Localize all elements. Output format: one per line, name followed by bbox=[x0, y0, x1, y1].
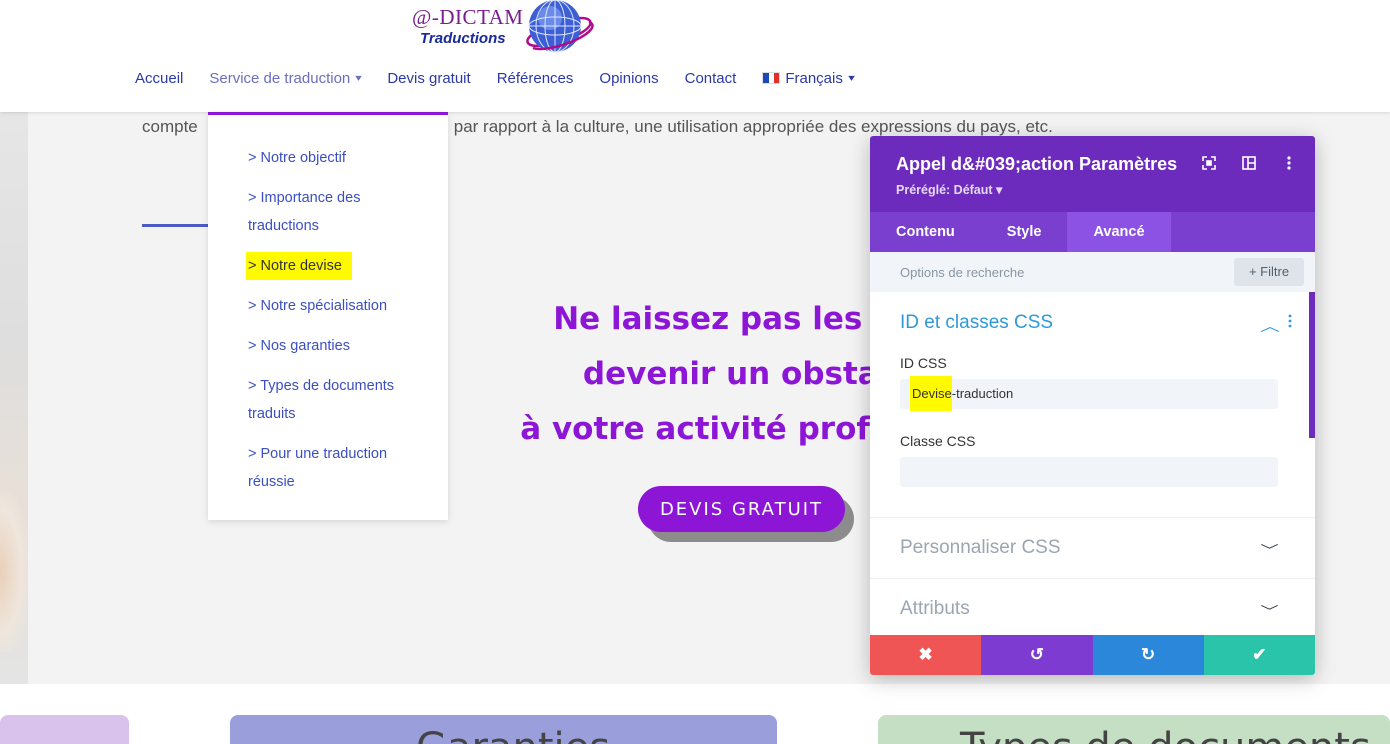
nav-references[interactable]: Références bbox=[497, 70, 574, 87]
card-types-documents[interactable]: Types de documents bbox=[878, 715, 1390, 744]
section-attributs-title[interactable]: Attributs bbox=[900, 598, 970, 620]
layout-icon[interactable] bbox=[1239, 156, 1259, 172]
logo-text-top: @-DICTAM bbox=[412, 5, 524, 29]
dropdown-item-traduction-reussie[interactable]: > Pour une traduction réussie bbox=[248, 440, 418, 496]
chevron-down-icon[interactable]: ﹀ bbox=[1260, 601, 1278, 620]
chevron-down-icon[interactable]: ﹀ bbox=[1260, 540, 1278, 559]
section-personnaliser-css-title[interactable]: Personnaliser CSS bbox=[900, 537, 1061, 559]
preset-selector[interactable]: Préréglé: Défaut ▾ bbox=[896, 182, 1002, 197]
dropdown-item-types-documents[interactable]: > Types de documents traduits bbox=[248, 372, 418, 428]
tab-avance[interactable]: Avancé bbox=[1067, 212, 1171, 252]
css-class-label: Classe CSS bbox=[900, 433, 976, 449]
chevron-down-icon: ▾ bbox=[355, 72, 363, 84]
nav-contact[interactable]: Contact bbox=[685, 70, 737, 87]
filter-button[interactable]: + Filtre bbox=[1234, 258, 1304, 286]
more-options-icon[interactable] bbox=[1279, 156, 1299, 172]
intro-text-right: par rapport à la culture, une utilisatio… bbox=[453, 117, 1053, 136]
redo-button[interactable]: ↻ bbox=[1092, 635, 1204, 675]
dropdown-item-notre-devise[interactable]: > Notre devise bbox=[246, 252, 352, 280]
options-search-bar: Options de recherche + Filtre bbox=[870, 252, 1315, 292]
check-icon: ✔ bbox=[1252, 645, 1267, 664]
nav-opinions[interactable]: Opinions bbox=[599, 70, 658, 87]
card-types-title: Types de documents bbox=[960, 725, 1371, 744]
nav-service-de-traduction[interactable]: Service de traduction ▾ bbox=[209, 70, 363, 87]
expand-icon[interactable] bbox=[1199, 156, 1219, 172]
tab-contenu[interactable]: Contenu bbox=[870, 212, 981, 252]
chevron-down-icon: ▾ bbox=[848, 72, 855, 84]
panel-footer: ✖ ↺ ↻ ✔ bbox=[870, 635, 1315, 675]
section-id-classes-css-title[interactable]: ID et classes CSS bbox=[900, 312, 1053, 334]
dropdown-item-garanties[interactable]: > Nos garanties bbox=[248, 332, 418, 360]
undo-icon: ↺ bbox=[1029, 645, 1044, 664]
nav-language-switcher[interactable]: Français ▾ bbox=[762, 70, 855, 87]
cancel-button[interactable]: ✖ bbox=[870, 635, 982, 675]
panel-scrollbar[interactable] bbox=[1309, 292, 1315, 438]
site-header: @-DICTAM Traductions Accueil Service de … bbox=[0, 0, 1390, 112]
panel-tabs: Contenu Style Avancé bbox=[870, 212, 1315, 252]
left-background-strip bbox=[0, 112, 28, 684]
nav-devis-gratuit[interactable]: Devis gratuit bbox=[387, 70, 470, 87]
undo-button[interactable]: ↺ bbox=[981, 635, 1093, 675]
css-id-input[interactable]: Devise-traduction bbox=[900, 376, 1278, 411]
nav-accueil[interactable]: Accueil bbox=[135, 70, 183, 87]
panel-title: Appel d&#039;action Paramètres bbox=[896, 154, 1178, 174]
section-more-icon[interactable] bbox=[1288, 314, 1294, 328]
save-button[interactable]: ✔ bbox=[1203, 635, 1315, 675]
dropdown-item-notre-objectif[interactable]: > Notre objectif bbox=[248, 144, 418, 172]
tab-style[interactable]: Style bbox=[981, 212, 1068, 252]
card-garanties-title: Garanties bbox=[416, 725, 610, 744]
devis-gratuit-button[interactable]: DEVIS GRATUIT bbox=[638, 486, 845, 532]
service-dropdown-menu: > Notre objectif > Importance des traduc… bbox=[208, 112, 448, 520]
close-icon: ✖ bbox=[918, 645, 933, 664]
main-nav: Accueil Service de traduction ▾ Devis gra… bbox=[135, 68, 880, 88]
css-id-label: ID CSS bbox=[900, 355, 947, 371]
options-search-input[interactable]: Options de recherche bbox=[900, 265, 1024, 280]
module-settings-panel: Appel d&#039;action Paramètres Préréglé:… bbox=[870, 136, 1315, 675]
intro-text-left: compte bbox=[142, 117, 198, 136]
logo-text-bottom: Traductions bbox=[420, 30, 506, 47]
dropdown-item-specialisation[interactable]: > Notre spécialisation bbox=[248, 292, 418, 320]
globe-icon bbox=[526, 0, 594, 53]
dropdown-item-importance[interactable]: > Importance des traductions bbox=[248, 184, 418, 240]
card-left[interactable] bbox=[0, 715, 129, 744]
chevron-up-icon[interactable]: ︿ bbox=[1260, 316, 1280, 336]
redo-icon: ↻ bbox=[1141, 645, 1156, 664]
css-class-input[interactable] bbox=[900, 457, 1278, 487]
section-divider bbox=[142, 224, 212, 227]
card-garanties[interactable]: Garanties bbox=[230, 715, 777, 744]
site-logo[interactable]: @-DICTAM Traductions bbox=[410, 0, 600, 66]
panel-header: Appel d&#039;action Paramètres Préréglé:… bbox=[870, 136, 1315, 212]
french-flag-icon bbox=[762, 72, 781, 84]
